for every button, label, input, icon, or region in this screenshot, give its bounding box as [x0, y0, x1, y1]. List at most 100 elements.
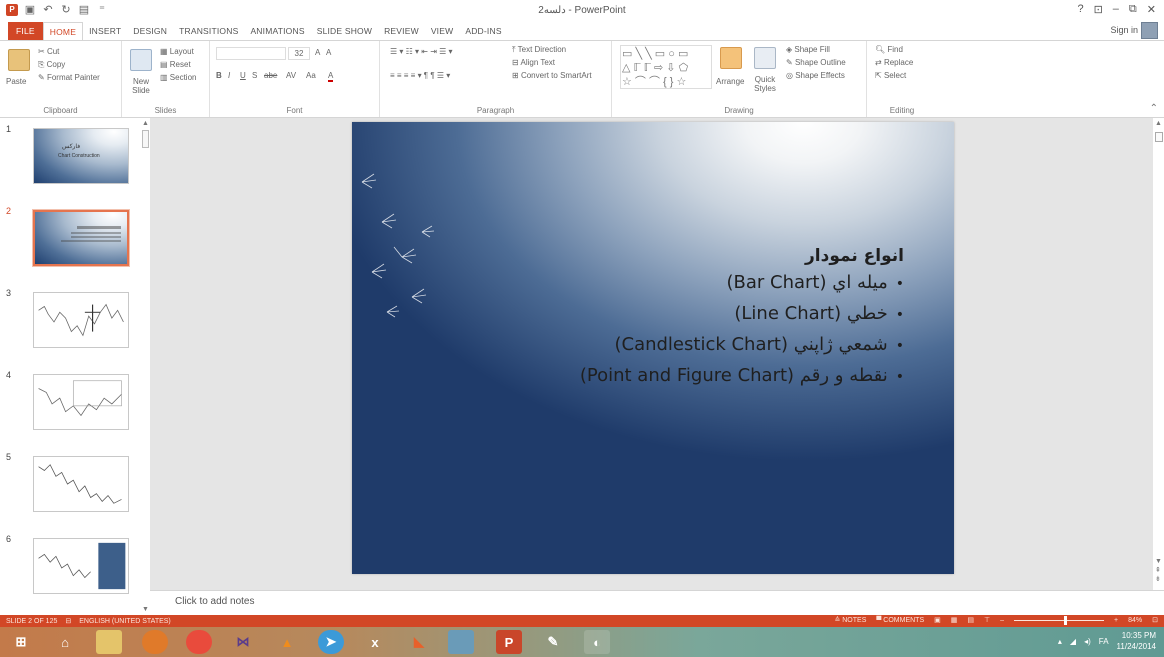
shrink-font-button[interactable]: A [326, 48, 331, 57]
new-slide-button[interactable]: New Slide [126, 77, 156, 95]
tab-add-ins[interactable]: ADD-INS [459, 22, 507, 40]
layout-button[interactable]: ▦ Layout [160, 47, 194, 56]
volume-icon[interactable]: ◂) [1084, 637, 1091, 646]
visual-studio-icon[interactable]: ⋈ [230, 630, 256, 654]
slide-thumbnail-4[interactable]: 4 [6, 370, 136, 436]
zoom-slider[interactable] [1014, 615, 1105, 625]
scroll-thumb[interactable] [1155, 132, 1163, 142]
ribbon-display-icon[interactable]: ⊡ [1094, 3, 1103, 16]
font-name-input[interactable] [216, 47, 286, 60]
paste-button[interactable]: Paste [6, 77, 26, 86]
convert-smartart-button[interactable]: ⊞ Convert to SmartArt [512, 71, 592, 80]
zoom-level[interactable]: 84% [1128, 617, 1142, 624]
help-icon[interactable]: ? [1077, 3, 1083, 16]
tab-home[interactable]: HOME [42, 22, 84, 40]
firefox-icon[interactable] [142, 630, 168, 654]
align-text-button[interactable]: ⊟ Align Text [512, 58, 555, 67]
bold-button[interactable]: B [216, 71, 222, 80]
tab-insert[interactable]: INSERT [83, 22, 127, 40]
reading-view-icon[interactable]: ▤ [967, 616, 974, 624]
scroll-down-icon[interactable]: ▼ [142, 606, 149, 613]
scroll-thumb[interactable] [142, 130, 149, 148]
network-icon[interactable]: ◢ [1070, 637, 1076, 646]
format-painter-button[interactable]: ✎ Format Painter [38, 73, 100, 82]
shape-fill-button[interactable]: ◈ Shape Fill [786, 45, 830, 54]
bullets-button[interactable]: ☰ ▾ ☷ ▾ ⇤ ⇥ ☰ ▾ [390, 47, 453, 56]
clock[interactable]: 10:35 PM 11/24/2014 [1117, 630, 1156, 652]
excel-icon[interactable]: x [362, 630, 388, 654]
language-indicator[interactable]: ENGLISH (UNITED STATES) [79, 618, 171, 625]
calculator-icon[interactable] [448, 630, 474, 654]
minimize-icon[interactable]: – [1113, 3, 1119, 16]
replace-button[interactable]: ⇄ Replace [875, 58, 913, 67]
thumbnails-scrollbar[interactable]: ▲ ▼ [141, 118, 150, 615]
tab-file[interactable]: FILE [8, 22, 43, 40]
reset-button[interactable]: ▤ Reset [160, 60, 191, 69]
character-spacing-button[interactable]: AV [286, 71, 296, 80]
slide-thumbnail-5[interactable]: 5 [6, 452, 136, 518]
copy-button[interactable]: ⎘ Copy [38, 60, 65, 70]
tab-slide-show[interactable]: SLIDE SHOW [311, 22, 378, 40]
fit-slide-icon[interactable]: ⊡ [1152, 616, 1158, 624]
close-icon[interactable]: ✕ [1147, 3, 1156, 16]
text-direction-button[interactable]: ⤒ Text Direction [512, 45, 566, 55]
current-slide[interactable]: انواع نمودار ميله اي (Bar Chart) خطي (Li… [352, 122, 954, 574]
scroll-up-icon[interactable]: ▲ [142, 120, 149, 127]
grow-font-button[interactable]: A [315, 48, 320, 57]
underline-button[interactable]: U [240, 71, 246, 80]
font-color-button[interactable]: A [328, 71, 334, 82]
chrome-icon[interactable] [186, 630, 212, 654]
arrange-button[interactable]: Arrange [716, 77, 744, 86]
input-language[interactable]: FA [1099, 637, 1109, 646]
new-slide-icon[interactable] [130, 49, 152, 71]
start-icon[interactable]: ⊞ [8, 630, 34, 654]
strikethrough-button[interactable]: abe [264, 71, 277, 80]
app-icon[interactable]: ◣ [406, 630, 432, 654]
slide-scrollbar[interactable]: ▲ ▼ ⇞ ⇟ [1152, 118, 1164, 590]
zoom-slider-handle[interactable] [1064, 615, 1068, 625]
shape-effects-button[interactable]: ◎ Shape Effects [786, 71, 845, 80]
powerpoint-icon[interactable]: P [496, 630, 522, 654]
font-size-input[interactable]: 32 [288, 47, 310, 60]
paste-icon[interactable] [8, 49, 30, 71]
quick-styles-icon[interactable] [754, 47, 776, 69]
telegram-icon[interactable]: ➤ [318, 630, 344, 654]
slide-thumbnail-1[interactable]: 1 فارکس Chart Construction [6, 124, 136, 190]
spelling-icon[interactable]: ⊟ [65, 617, 71, 625]
tab-animations[interactable]: ANIMATIONS [244, 22, 310, 40]
find-button[interactable]: 🔍︎ Find [875, 45, 903, 54]
collapse-ribbon-icon[interactable]: ⌃ [1150, 103, 1158, 114]
quick-styles-button[interactable]: Quick Styles [748, 75, 782, 93]
sign-in-link[interactable]: Sign in [1110, 25, 1138, 35]
slide-text-box[interactable]: انواع نمودار ميله اي (Bar Chart) خطي (Li… [580, 246, 904, 392]
zoom-in-icon[interactable]: + [1114, 617, 1118, 624]
slide-thumbnail-6[interactable]: 6 [6, 534, 136, 600]
slide-thumbnail-2[interactable]: 2 [6, 206, 136, 272]
shape-outline-button[interactable]: ✎ Shape Outline [786, 58, 846, 67]
scroll-up-icon[interactable]: ▲ [1155, 120, 1162, 127]
shadow-button[interactable]: S [252, 71, 257, 80]
notes-button[interactable]: ≙ NOTES [834, 616, 866, 624]
media-icon[interactable]: ◐ [584, 630, 610, 654]
file-explorer-icon[interactable] [96, 630, 122, 654]
tab-transitions[interactable]: TRANSITIONS [173, 22, 244, 40]
show-hidden-icon[interactable]: ▴ [1058, 637, 1062, 646]
slideshow-view-icon[interactable]: ⊤ [984, 616, 990, 624]
arrange-icon[interactable] [720, 47, 742, 69]
tab-design[interactable]: DESIGN [127, 22, 173, 40]
section-button[interactable]: ▥ Section [160, 73, 196, 82]
change-case-button[interactable]: Aa [306, 71, 316, 80]
tab-review[interactable]: REVIEW [378, 22, 425, 40]
tab-view[interactable]: VIEW [425, 22, 460, 40]
paint-icon[interactable]: ✎ [540, 630, 566, 654]
restore-icon[interactable]: ⧉ [1129, 3, 1137, 16]
align-buttons[interactable]: ≡ ≡ ≡ ≡ ▾ ¶ ¶ ☰ ▾ [390, 71, 450, 80]
comments-button[interactable]: ▀ COMMENTS [876, 617, 924, 624]
cut-button[interactable]: ✂ Cut [38, 47, 59, 56]
scroll-down-icon[interactable]: ▼ ⇞ ⇟ [1155, 557, 1162, 584]
slide-sorter-icon[interactable]: ▦ [951, 616, 958, 624]
vlc-icon[interactable]: ▲ [274, 630, 300, 654]
italic-button[interactable]: I [228, 71, 230, 80]
zoom-out-icon[interactable]: – [1000, 617, 1004, 624]
notes-pane[interactable]: Click to add notes [150, 590, 1164, 615]
